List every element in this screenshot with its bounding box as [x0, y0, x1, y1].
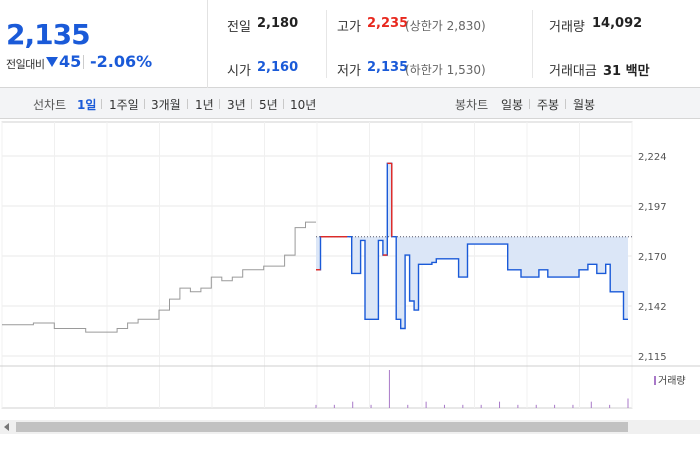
y-tick-label: 2,170 — [638, 252, 667, 263]
tab-1-week[interactable]: 1주일 — [109, 96, 139, 113]
tab-1-year[interactable]: 1년 — [195, 96, 214, 113]
tab-daily-candle[interactable]: 일봉 — [501, 96, 523, 113]
upper-limit: (상한가 2,830) — [405, 19, 486, 33]
open-value: 2,160 — [257, 60, 299, 75]
trade-amount-value: 31 백만 — [603, 64, 650, 79]
price-chart-svg: 2,224 2,197 2,170 2,142 2,115 — [0, 121, 700, 409]
tab-1-day[interactable]: 1일 — [77, 96, 96, 113]
prev-close-label: 전일 — [227, 20, 251, 35]
price-chart: 2,224 2,197 2,170 2,142 2,115 — [0, 120, 700, 420]
horizontal-scrollbar[interactable] — [0, 420, 700, 434]
change-percent: -2.06% — [90, 52, 153, 71]
tab-10-years[interactable]: 10년 — [290, 96, 316, 113]
y-tick-label: 2,142 — [638, 302, 667, 313]
change-label: 전일대비 — [6, 58, 45, 71]
low-label: 저가 — [337, 64, 361, 79]
y-tick-label: 2,197 — [638, 202, 667, 213]
tab-divider — [529, 99, 530, 109]
tab-divider — [101, 99, 102, 109]
tab-divider — [283, 99, 284, 109]
volume-swatch-icon — [654, 376, 656, 385]
trade-amount-label: 거래대금 — [549, 64, 597, 79]
scrollbar-thumb[interactable] — [16, 422, 628, 432]
low-value: 2,135 — [367, 60, 409, 75]
column-divider — [532, 10, 533, 78]
chart-period-tabs: 선차트 1일 1주일 3개월 1년 3년 5년 10년 봉차트 일봉 주봉 월봉 — [0, 88, 700, 119]
price-summary: 2,135 전일대비 45 -2.06% 전일 2,180 시가 2,160 고… — [0, 0, 700, 88]
volume-legend: 거래량 — [654, 372, 686, 387]
current-price-box: 2,135 전일대비 45 -2.06% — [0, 0, 208, 88]
tab-divider — [565, 99, 566, 109]
tab-divider — [251, 99, 252, 109]
candle-chart-heading: 봉차트 — [455, 98, 489, 112]
prev-close-value: 2,180 — [257, 16, 299, 31]
volume-label: 거래량 — [549, 20, 585, 35]
volume-value: 14,092 — [592, 16, 643, 31]
tab-divider — [219, 99, 220, 109]
below-reference-fill — [316, 163, 628, 329]
tab-divider — [144, 99, 145, 109]
lower-limit: (하한가 1,530) — [405, 63, 486, 77]
column-divider — [326, 10, 327, 78]
tab-monthly-candle[interactable]: 월봉 — [573, 96, 595, 113]
scroll-left-arrow-icon[interactable] — [0, 420, 14, 434]
tab-divider — [187, 99, 188, 109]
open-label: 시가 — [227, 64, 251, 79]
y-tick-label: 2,115 — [638, 352, 667, 363]
tab-3-months[interactable]: 3개월 — [151, 96, 181, 113]
change-amount: 45 — [59, 52, 82, 71]
down-triangle-icon — [46, 57, 58, 67]
volume-legend-label: 거래량 — [658, 376, 686, 387]
high-value: 2,235 — [367, 16, 409, 31]
tab-5-years[interactable]: 5년 — [259, 96, 278, 113]
y-tick-label: 2,224 — [638, 152, 667, 163]
tab-3-years[interactable]: 3년 — [227, 96, 246, 113]
high-label: 고가 — [337, 20, 361, 35]
line-chart-heading: 선차트 — [33, 98, 67, 112]
bottom-spacer — [0, 434, 700, 450]
divider — [83, 55, 84, 69]
current-price: 2,135 — [6, 18, 91, 51]
tab-weekly-candle[interactable]: 주봉 — [537, 96, 559, 113]
